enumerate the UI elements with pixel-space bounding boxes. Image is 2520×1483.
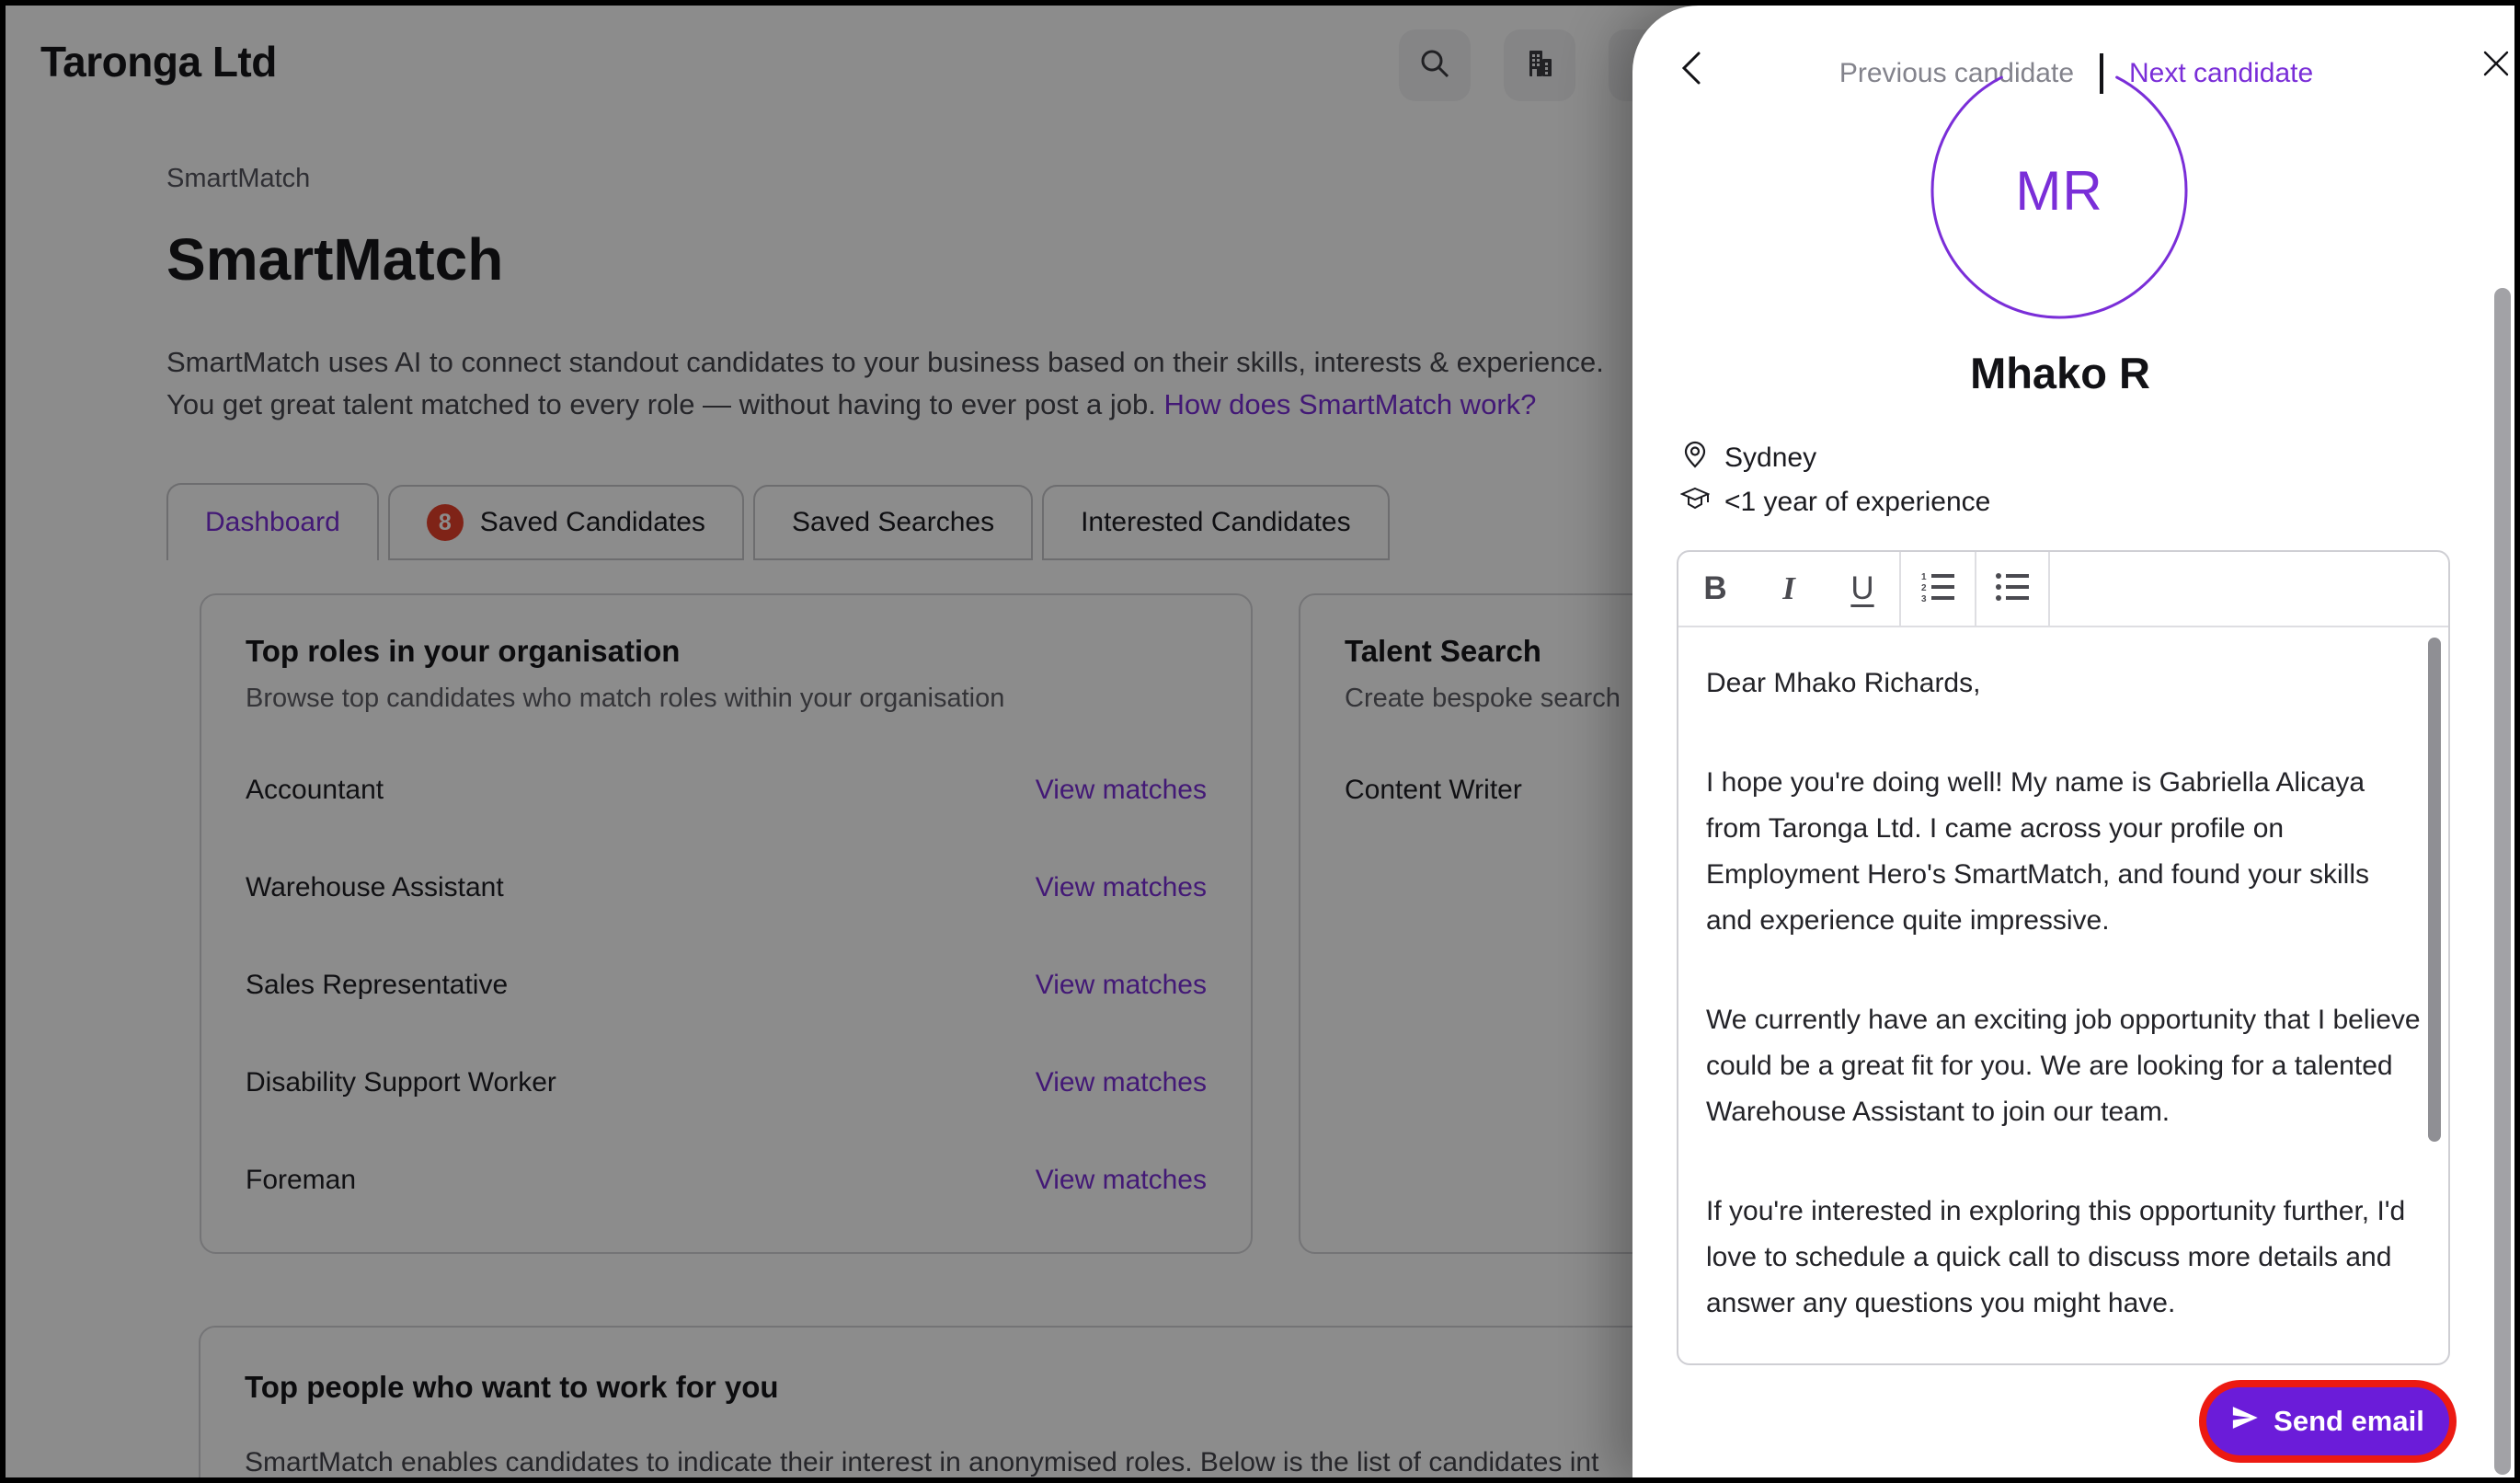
ordered-list-button[interactable]: 123 (1899, 552, 1975, 626)
email-body-input[interactable]: Dear Mhako Richards, I hope you're doing… (1678, 627, 2448, 1363)
close-button[interactable] (2480, 48, 2512, 79)
bold-button[interactable]: B (1678, 552, 1752, 626)
italic-icon: I (1782, 570, 1795, 607)
editor-toolbar: B I U 123 (1678, 552, 2448, 627)
svg-text:2: 2 (1921, 583, 1927, 593)
location-pin-icon (1680, 440, 1710, 477)
send-email-button[interactable]: Send email (2206, 1387, 2449, 1455)
close-icon (2480, 67, 2512, 83)
editor-scrollbar[interactable] (2428, 638, 2441, 1142)
italic-button[interactable]: I (1752, 552, 1826, 626)
underline-button[interactable]: U (1826, 552, 1899, 626)
bold-icon: B (1703, 570, 1726, 607)
app-window: Taronga Ltd (0, 0, 2520, 1483)
email-editor: B I U 123 (1677, 550, 2450, 1365)
paper-plane-icon (2231, 1404, 2259, 1439)
unordered-list-button[interactable] (1975, 552, 2050, 626)
candidate-meta: Sydney <1 year of experience (1680, 436, 1990, 524)
svg-text:1: 1 (1921, 572, 1927, 582)
underline-icon: U (1850, 570, 1873, 607)
candidate-name: Mhako R (1632, 348, 2488, 398)
ordered-list-icon: 123 (1919, 570, 1956, 608)
avatar: MR (1930, 61, 2189, 320)
unordered-list-icon (1994, 570, 2031, 608)
experience-cap-icon (1680, 484, 1710, 521)
panel-scrollbar[interactable] (2494, 288, 2511, 1475)
candidate-location: Sydney (1680, 436, 1990, 480)
svg-text:3: 3 (1921, 594, 1927, 604)
candidate-panel: Previous candidate Next candidate MR Mha… (1632, 6, 2520, 1483)
candidate-experience: <1 year of experience (1680, 480, 1990, 524)
avatar-initials: MR (1930, 61, 2189, 320)
